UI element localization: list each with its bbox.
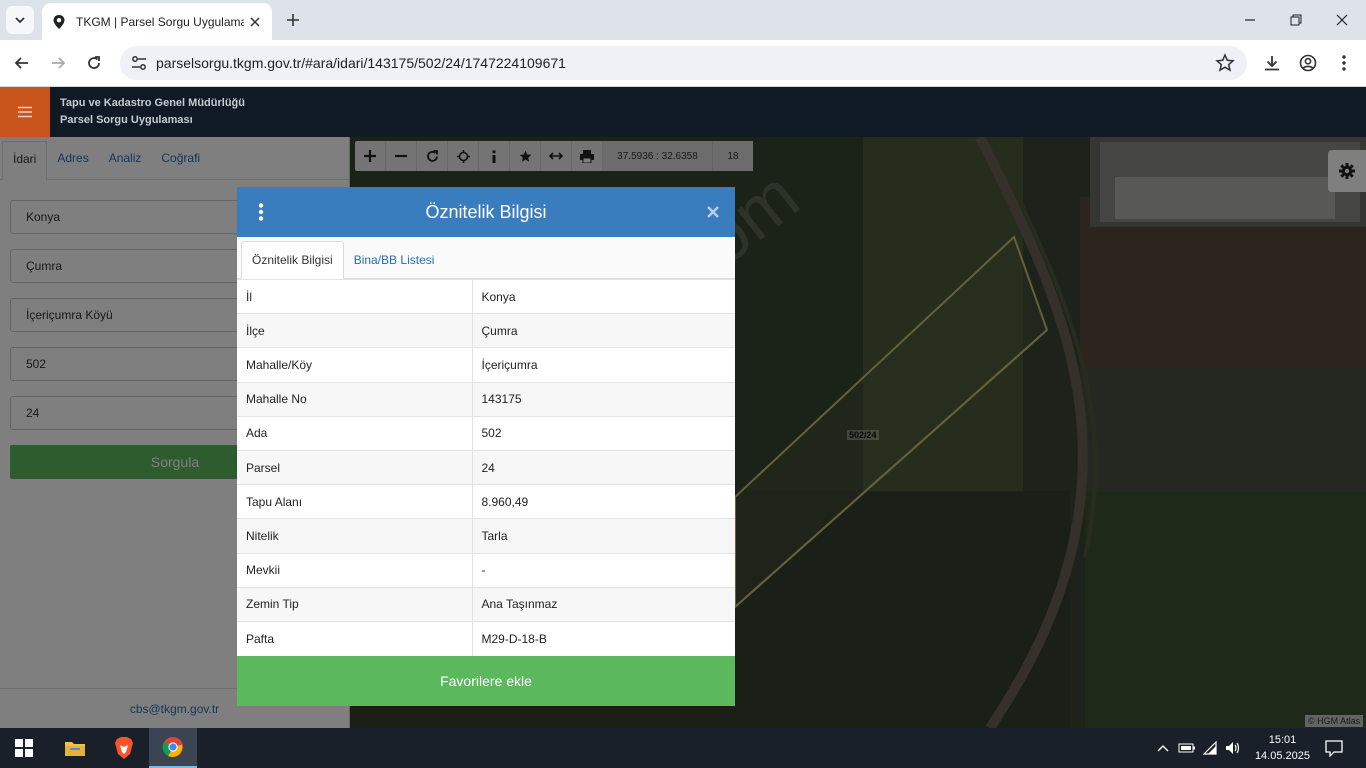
- attr-key: Zemin Tip: [237, 586, 473, 622]
- browser-tabbar: TKGM | Parsel Sorgu Uygulaması: [0, 0, 1366, 40]
- attr-key: Mahalle/Köy: [237, 347, 473, 383]
- modal-close-icon[interactable]: [703, 201, 723, 223]
- brave-icon: [115, 737, 133, 759]
- folder-icon: [65, 742, 85, 756]
- app-title-line1: Tapu ve Kadastro Genel Müdürlüğü: [60, 97, 245, 109]
- close-window-button[interactable]: [1330, 8, 1354, 32]
- clock-date: 14.05.2025: [1254, 750, 1310, 762]
- more-vertical-icon: [258, 203, 264, 221]
- wifi-icon[interactable]: [1202, 739, 1220, 757]
- downloads-button[interactable]: [1259, 50, 1285, 76]
- attribute-table: İl Konya İlçe Çumra Mahalle/Köy İçeriçumra …: [237, 278, 735, 656]
- attr-value: Ana Taşınmaz: [472, 586, 735, 622]
- arrow-left-icon: [14, 57, 28, 69]
- reload-button[interactable]: [81, 50, 107, 76]
- file-explorer-button[interactable]: [51, 728, 99, 768]
- attr-key: Mevkii: [237, 552, 473, 588]
- table-row: İlçe Çumra: [237, 313, 735, 348]
- table-row: Nitelik Tarla: [237, 518, 735, 553]
- brave-browser-button[interactable]: [100, 728, 148, 768]
- volume-icon[interactable]: [1224, 739, 1242, 757]
- app-title-line2: Parsel Sorgu Uygulaması: [60, 114, 193, 126]
- attr-key: Parsel: [237, 449, 473, 485]
- attr-key: Tapu Alanı: [237, 484, 473, 519]
- address-bar[interactable]: parselsorgu.tkgm.gov.tr/#ara/idari/14317…: [120, 46, 1247, 80]
- modal-header: Öznitelik Bilgisi: [237, 187, 735, 237]
- modal-title: Öznitelik Bilgisi: [425, 201, 547, 222]
- browser-toolbar: parselsorgu.tkgm.gov.tr/#ara/idari/14317…: [0, 40, 1366, 87]
- modal-menu-button[interactable]: [251, 201, 271, 223]
- attr-value: Tarla: [472, 518, 735, 553]
- notifications-icon[interactable]: [1324, 738, 1344, 758]
- attr-value: 502: [472, 415, 735, 451]
- attr-value: İçeriçumra: [472, 347, 735, 383]
- attribute-modal: Öznitelik Bilgisi Öznitelik Bilgisi Bina…: [237, 187, 735, 706]
- menu-toggle-button[interactable]: [0, 87, 50, 137]
- attr-value: 8.960,49: [472, 484, 735, 519]
- attr-value: 24: [472, 449, 735, 485]
- table-row: Ada 502: [237, 415, 735, 451]
- battery-icon[interactable]: [1178, 739, 1196, 757]
- tab-close-icon[interactable]: [246, 13, 264, 31]
- attr-key: Pafta: [237, 620, 473, 656]
- site-info-icon[interactable]: [130, 54, 148, 72]
- table-row: İl Konya: [237, 278, 735, 314]
- table-row: Zemin Tip Ana Taşınmaz: [237, 586, 735, 622]
- attr-key: İl: [237, 278, 473, 314]
- bookmark-star-icon[interactable]: [1215, 53, 1235, 73]
- browser-tab[interactable]: TKGM | Parsel Sorgu Uygulaması: [42, 3, 272, 40]
- windows-icon: [15, 739, 33, 757]
- plus-icon: [287, 14, 299, 26]
- table-row: Pafta M29-D-18-B: [237, 620, 735, 656]
- close-icon: [1336, 14, 1348, 26]
- attr-key: Ada: [237, 415, 473, 451]
- modal-tabs: Öznitelik Bilgisi Bina/BB Listesi: [237, 237, 735, 279]
- attr-value: Konya: [472, 278, 735, 314]
- taskbar: 15:01 14.05.2025: [0, 728, 1366, 768]
- profile-button[interactable]: [1295, 50, 1321, 76]
- add-favorite-button[interactable]: Favorilere ekle: [237, 656, 735, 706]
- url-text: parselsorgu.tkgm.gov.tr/#ara/idari/14317…: [156, 55, 566, 71]
- new-tab-button[interactable]: [281, 8, 305, 32]
- minimize-icon: [1245, 19, 1255, 21]
- table-row: Mevkii -: [237, 552, 735, 588]
- clock-time: 15:01: [1268, 734, 1297, 746]
- system-clock[interactable]: 15:01 14.05.2025: [1255, 732, 1310, 764]
- tab-attributes[interactable]: Öznitelik Bilgisi: [241, 241, 344, 279]
- hamburger-icon: [18, 106, 32, 118]
- tab-search-button[interactable]: [6, 6, 34, 34]
- browser-menu-button[interactable]: [1331, 50, 1357, 76]
- minimize-button[interactable]: [1238, 8, 1262, 32]
- chrome-browser-button[interactable]: [149, 728, 197, 768]
- attr-key: Mahalle No: [237, 381, 473, 417]
- tab-building-list[interactable]: Bina/BB Listesi: [344, 241, 445, 279]
- table-row: Mahalle/Köy İçeriçumra: [237, 347, 735, 383]
- attr-value: -: [472, 552, 735, 588]
- restore-icon: [1290, 14, 1302, 26]
- more-vertical-icon: [1342, 55, 1346, 71]
- table-row: Mahalle No 143175: [237, 381, 735, 417]
- chevron-down-icon: [15, 17, 25, 24]
- attr-value: 143175: [472, 381, 735, 417]
- table-row: Tapu Alanı 8.960,49: [237, 484, 735, 519]
- forward-button[interactable]: [45, 50, 71, 76]
- app-title: Tapu ve Kadastro Genel Müdürlüğü Parsel …: [60, 95, 245, 129]
- reload-icon: [88, 56, 100, 69]
- attr-key: İlçe: [237, 313, 473, 348]
- attr-key: Nitelik: [237, 518, 473, 553]
- app-header: Tapu ve Kadastro Genel Müdürlüğü Parsel …: [0, 87, 1366, 137]
- location-pin-icon: [53, 14, 65, 29]
- download-icon: [1265, 56, 1279, 71]
- tab-title: TKGM | Parsel Sorgu Uygulaması: [76, 14, 244, 29]
- chrome-icon: [162, 737, 183, 757]
- arrow-right-icon: [52, 57, 66, 69]
- start-button[interactable]: [0, 728, 48, 768]
- profile-icon: [1299, 54, 1317, 72]
- attr-value: Çumra: [472, 313, 735, 348]
- attr-value: M29-D-18-B: [472, 620, 735, 656]
- back-button[interactable]: [9, 50, 35, 76]
- restore-button[interactable]: [1284, 8, 1308, 32]
- tray-overflow-icon[interactable]: [1154, 739, 1172, 757]
- table-row: Parsel 24: [237, 449, 735, 485]
